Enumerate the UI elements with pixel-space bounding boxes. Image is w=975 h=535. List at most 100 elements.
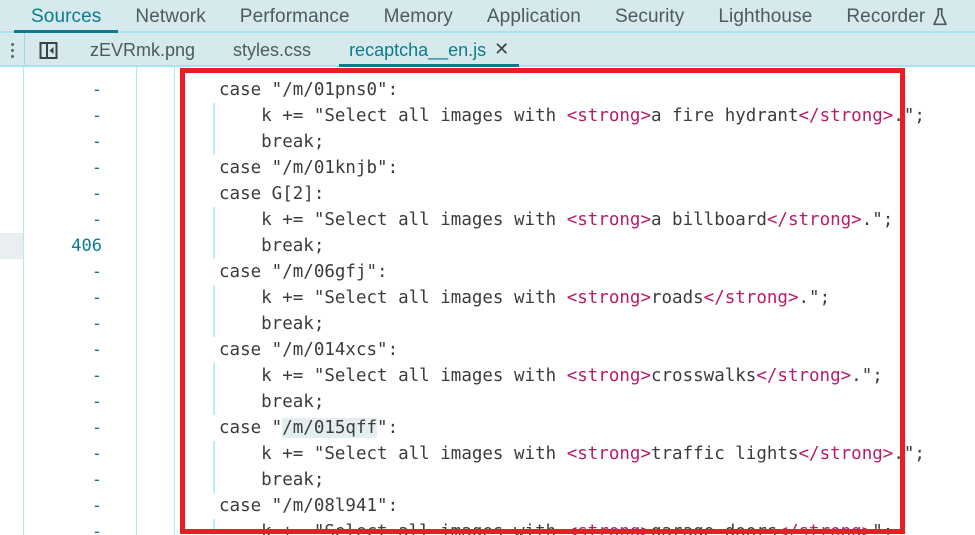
active-row-highlight xyxy=(0,233,23,259)
code-token: case G[2]: xyxy=(219,184,325,204)
code-token-tag: </strong> xyxy=(798,444,894,464)
devtools-tab-label: Network xyxy=(135,5,206,27)
code-line[interactable]: break; xyxy=(175,467,324,493)
gutter-collapsed-marker[interactable]: - xyxy=(24,155,136,181)
code-token: case "/m/01knjb": xyxy=(219,158,399,178)
file-tab-zevrmk-png[interactable]: zEVRmk.png xyxy=(71,33,214,67)
double-chevron-right-icon[interactable]: » xyxy=(966,0,975,33)
gutter-collapsed-marker[interactable]: - xyxy=(24,519,136,535)
code-token: break; xyxy=(219,236,325,256)
code-token: ."; xyxy=(798,288,831,308)
devtools-tab-memory[interactable]: Memory xyxy=(367,0,470,33)
code-token-highlighted: /m/015qff xyxy=(282,418,378,438)
gutter-collapsed-marker[interactable]: - xyxy=(24,389,136,415)
code-token: case "/m/01pns0": xyxy=(219,80,399,100)
code-line[interactable]: k += "Select all images with <strong>a f… xyxy=(175,103,925,129)
file-tab-recaptcha-en-js[interactable]: recaptcha__en.js ✕ xyxy=(330,33,528,67)
devtools-tab-performance[interactable]: Performance xyxy=(223,0,367,33)
code-line[interactable]: k += "Select all images with <strong>a b… xyxy=(175,207,893,233)
line-number-gutter[interactable]: - - - - - -406- - - - - - - - - - - xyxy=(24,67,136,535)
devtools-tab-lighthouse[interactable]: Lighthouse xyxy=(701,0,829,33)
code-line[interactable]: break; xyxy=(175,311,324,337)
code-line[interactable]: case "/m/014xcs": xyxy=(175,337,398,363)
gutter-collapsed-marker[interactable]: - xyxy=(24,103,136,129)
code-line[interactable]: k += "Select all images with <strong>gar… xyxy=(175,519,893,535)
code-token-tag: <strong> xyxy=(566,444,651,464)
gutter-collapsed-marker[interactable]: - xyxy=(24,181,136,207)
gutter-collapsed-marker[interactable]: - xyxy=(24,493,136,519)
code-token-tag: <strong> xyxy=(566,522,651,535)
code-token: a fire hydrant xyxy=(650,106,799,126)
gutter-collapsed-marker[interactable]: - xyxy=(24,129,136,155)
devtools-tab-label: Performance xyxy=(239,5,350,27)
gutter-collapsed-marker[interactable]: - xyxy=(24,207,136,233)
code-token-tag: </strong> xyxy=(798,106,894,126)
code-content[interactable]: case "/m/01pns0": k += "Select all image… xyxy=(175,67,975,535)
code-token-tag: </strong> xyxy=(766,210,862,230)
gutter-collapsed-marker[interactable]: - xyxy=(24,415,136,441)
code-token: k += "Select all images with xyxy=(219,106,567,126)
code-token: break; xyxy=(219,132,325,152)
code-token: roads xyxy=(650,288,704,308)
devtools-tab-network[interactable]: Network xyxy=(118,0,222,33)
devtools-tab-label: Sources xyxy=(31,5,102,27)
devtools-window: Sources Network Performance Memory Applicati… xyxy=(0,0,975,535)
collapse-sidebar-icon[interactable] xyxy=(25,33,71,67)
code-token: case " xyxy=(219,418,283,438)
gutter-collapsed-marker[interactable]: - xyxy=(24,467,136,493)
code-token: break; xyxy=(219,392,325,412)
code-token: k += "Select all images with xyxy=(219,444,567,464)
code-line[interactable]: case "/m/015qff": xyxy=(175,415,398,441)
code-token: k += "Select all images with xyxy=(219,522,567,535)
gutter-collapsed-marker[interactable]: - xyxy=(24,363,136,389)
code-token: "; xyxy=(872,522,894,535)
code-line[interactable]: case "/m/08l941": xyxy=(175,493,398,519)
gutter-collapsed-marker[interactable]: - xyxy=(24,337,136,363)
gutter-collapsed-marker[interactable]: - xyxy=(24,77,136,103)
code-line[interactable]: k += "Select all images with <strong>cro… xyxy=(175,363,883,389)
code-line[interactable]: case "/m/01knjb": xyxy=(175,155,398,181)
devtools-tab-bar: Sources Network Performance Memory Applicati… xyxy=(0,0,975,33)
code-line[interactable]: break; xyxy=(175,389,324,415)
gutter-line-number[interactable]: 406 xyxy=(24,233,136,259)
gutter-collapsed-marker[interactable]: - xyxy=(24,259,136,285)
gutter-collapsed-marker[interactable]: - xyxy=(24,441,136,467)
code-token: ."; xyxy=(861,210,894,230)
code-token-tag: <strong> xyxy=(566,366,651,386)
file-tab-label: styles.css xyxy=(233,39,312,60)
code-token: case "/m/08l941": xyxy=(219,496,399,516)
code-token-tag: <strong> xyxy=(566,288,651,308)
devtools-tab-application[interactable]: Application xyxy=(470,0,598,33)
code-token: break; xyxy=(219,314,325,334)
code-token: case "/m/06gfj": xyxy=(219,262,388,282)
code-token: ."; xyxy=(851,366,883,386)
file-tab-bar: zEVRmk.png styles.css recaptcha__en.js ✕ xyxy=(0,33,975,67)
code-token-tag: </strong> xyxy=(756,366,852,386)
code-token: k += "Select all images with xyxy=(219,210,567,230)
code-line[interactable]: break; xyxy=(175,233,324,259)
devtools-tab-label: Lighthouse xyxy=(718,5,813,27)
gutter-collapsed-marker[interactable]: - xyxy=(24,285,136,311)
code-line[interactable]: k += "Select all images with <strong>tra… xyxy=(175,441,925,467)
close-icon[interactable]: ✕ xyxy=(494,41,509,59)
code-token: k += "Select all images with xyxy=(219,366,567,386)
gutter-collapsed-marker[interactable]: - xyxy=(24,311,136,337)
source-editor[interactable]: - - - - - -406- - - - - - - - - - - case "/m/01pns0": k… xyxy=(0,67,975,535)
devtools-tab-recorder[interactable]: Recorder xyxy=(829,0,966,33)
code-token: traffic lights xyxy=(650,444,799,464)
code-token-tag: </strong> xyxy=(777,522,873,535)
devtools-tab-sources[interactable]: Sources xyxy=(14,0,119,33)
file-tab-styles-css[interactable]: styles.css xyxy=(214,33,330,67)
kebab-menu-icon[interactable] xyxy=(0,33,24,67)
code-line[interactable]: k += "Select all images with <strong>roa… xyxy=(175,285,830,311)
code-token-tag: </strong> xyxy=(703,288,799,308)
code-line[interactable]: break; xyxy=(175,129,324,155)
code-line[interactable]: case "/m/06gfj": xyxy=(175,259,388,285)
code-line[interactable]: case G[2]: xyxy=(175,181,324,207)
flask-icon xyxy=(931,7,949,27)
code-token: garage doors xyxy=(650,522,778,535)
code-token: ": xyxy=(377,418,399,438)
devtools-tab-security[interactable]: Security xyxy=(598,0,701,33)
file-tab-label: zEVRmk.png xyxy=(90,39,196,60)
code-line[interactable]: case "/m/01pns0": xyxy=(175,77,398,103)
